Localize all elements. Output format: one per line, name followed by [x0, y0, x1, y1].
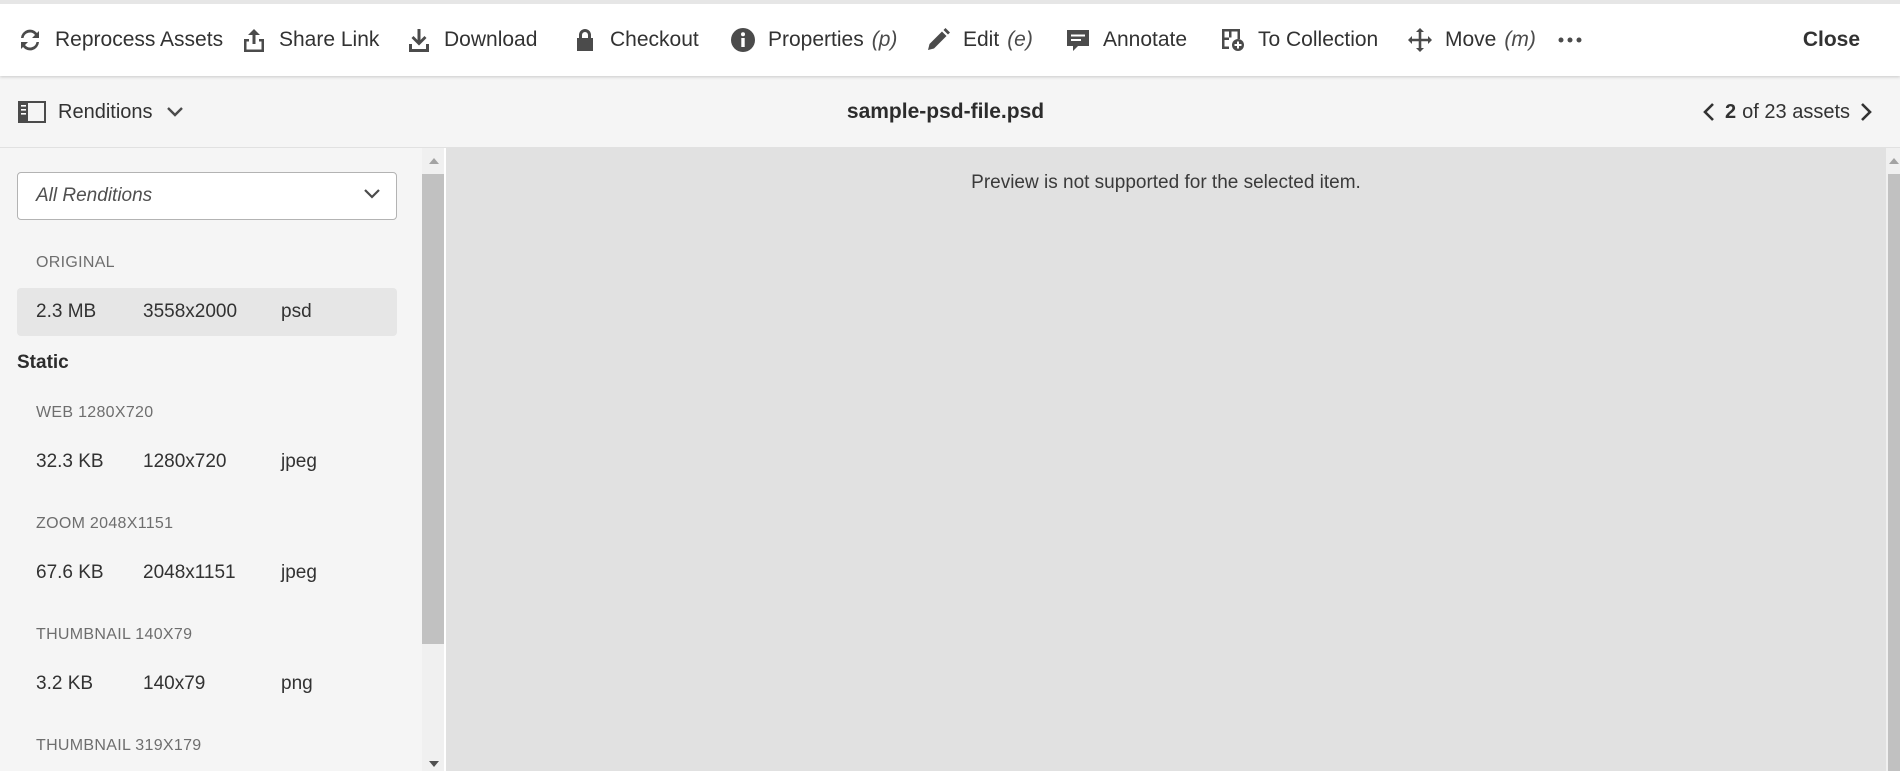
rendition-row[interactable]: 32.3 KB 1280x720 jpeg [17, 438, 397, 486]
rendition-group-label: ZOOM 2048X1151 [36, 515, 174, 532]
properties-shortcut: (p) [871, 28, 898, 51]
download-button[interactable]: Download [406, 4, 537, 76]
to-collection-label: To Collection [1258, 28, 1379, 51]
rendition-row[interactable]: 67.6 KB 2048x1151 jpeg [17, 549, 397, 597]
reprocess-assets-button[interactable]: Reprocess Assets [17, 4, 223, 76]
asset-title: sample-psd-file.psd [846, 100, 1045, 123]
scrollbar-thumb[interactable] [422, 174, 444, 644]
original-group-label: ORIGINAL [36, 254, 115, 271]
pencil-icon [928, 28, 950, 50]
rendition-dimensions: 140x79 [143, 673, 206, 694]
share-link-button[interactable]: Share Link [241, 4, 379, 76]
rendition-format: png [281, 673, 313, 694]
chevron-left-icon [1703, 103, 1714, 121]
rendition-format: jpeg [281, 562, 317, 583]
previous-asset-button[interactable] [1693, 103, 1725, 121]
move-button[interactable]: Move (m) [1407, 4, 1536, 76]
chevron-down-icon [364, 189, 380, 199]
move-shortcut: (m) [1504, 28, 1536, 51]
static-section-heading: Static [17, 352, 69, 373]
to-collection-button[interactable]: To Collection [1220, 4, 1378, 76]
scroll-up-arrow[interactable] [429, 158, 439, 164]
checkout-label: Checkout [610, 28, 699, 51]
scroll-down-arrow[interactable] [429, 761, 439, 767]
download-label: Download [444, 28, 538, 51]
renditions-filter-select[interactable]: All Renditions [17, 172, 397, 220]
renditions-filter-value: All Renditions [36, 185, 153, 206]
add-to-collection-icon [1222, 29, 1244, 51]
move-label: Move [1445, 28, 1497, 51]
rendition-dimensions: 2048x1151 [143, 562, 236, 583]
more-icon [1558, 37, 1582, 43]
rendition-row[interactable]: 3.2 KB 140x79 png [17, 660, 397, 708]
close-button[interactable]: Close [1803, 4, 1860, 76]
move-icon [1408, 28, 1432, 52]
chevron-down-icon [166, 107, 183, 117]
asset-preview-area: Preview is not supported for the selecte… [446, 148, 1886, 771]
next-asset-button[interactable] [1850, 103, 1882, 121]
renditions-label: Renditions [58, 100, 153, 123]
asset-count: of 23 assets [1742, 100, 1850, 123]
renditions-panel: All Renditions ORIGINAL 2.3 MB 3558x2000… [0, 148, 422, 771]
rendition-size: 32.3 KB [36, 451, 104, 472]
rendition-dimensions: 3558x2000 [143, 301, 238, 322]
asset-header-bar: Renditions sample-psd-file.psd 2 of 23 a… [0, 76, 1900, 148]
asset-pager: 2 of 23 assets [1693, 76, 1882, 148]
preview-scrollbar[interactable] [1886, 148, 1900, 771]
preview-unsupported-message: Preview is not supported for the selecte… [971, 172, 1361, 193]
reprocess-assets-label: Reprocess Assets [55, 28, 224, 51]
more-actions-button[interactable] [1557, 4, 1583, 76]
edit-button[interactable]: Edit (e) [925, 4, 1033, 76]
properties-label: Properties [768, 28, 864, 51]
rendition-size: 67.6 KB [36, 562, 104, 583]
renditions-rail-toggle[interactable]: Renditions [18, 76, 183, 148]
rendition-format: jpeg [281, 451, 317, 472]
checkout-button[interactable]: Checkout [572, 4, 699, 76]
share-icon [244, 29, 264, 52]
rendition-dimensions: 1280x720 [143, 451, 227, 472]
current-asset-index: 2 [1725, 100, 1737, 123]
lock-icon [577, 29, 593, 51]
scrollbar-thumb[interactable] [1888, 174, 1900, 771]
renditions-scrollbar[interactable] [422, 148, 444, 771]
rendition-size: 3.2 KB [36, 673, 94, 694]
rendition-size: 2.3 MB [36, 301, 97, 322]
action-bar: Reprocess Assets Share Link Download Che… [0, 0, 1900, 76]
rendition-row-original[interactable]: 2.3 MB 3558x2000 psd [17, 288, 397, 336]
download-icon [409, 29, 429, 52]
info-icon [731, 28, 755, 52]
share-link-label: Share Link [279, 28, 380, 51]
rendition-group-label: THUMBNAIL 319X179 [36, 737, 202, 754]
scroll-up-arrow[interactable] [1889, 158, 1899, 164]
properties-button[interactable]: Properties (p) [730, 4, 897, 76]
annotate-label: Annotate [1103, 28, 1188, 51]
rendition-group-label: WEB 1280X720 [36, 404, 154, 421]
comment-icon [1067, 30, 1089, 51]
edit-shortcut: (e) [1007, 28, 1033, 51]
edit-label: Edit [963, 28, 1000, 51]
chevron-right-icon [1861, 103, 1872, 121]
rendition-format: psd [281, 301, 312, 322]
rendition-group-label: THUMBNAIL 140X79 [36, 626, 193, 643]
annotate-button[interactable]: Annotate [1065, 4, 1187, 76]
rail-panel-icon [18, 101, 46, 123]
refresh-icon [21, 29, 39, 51]
